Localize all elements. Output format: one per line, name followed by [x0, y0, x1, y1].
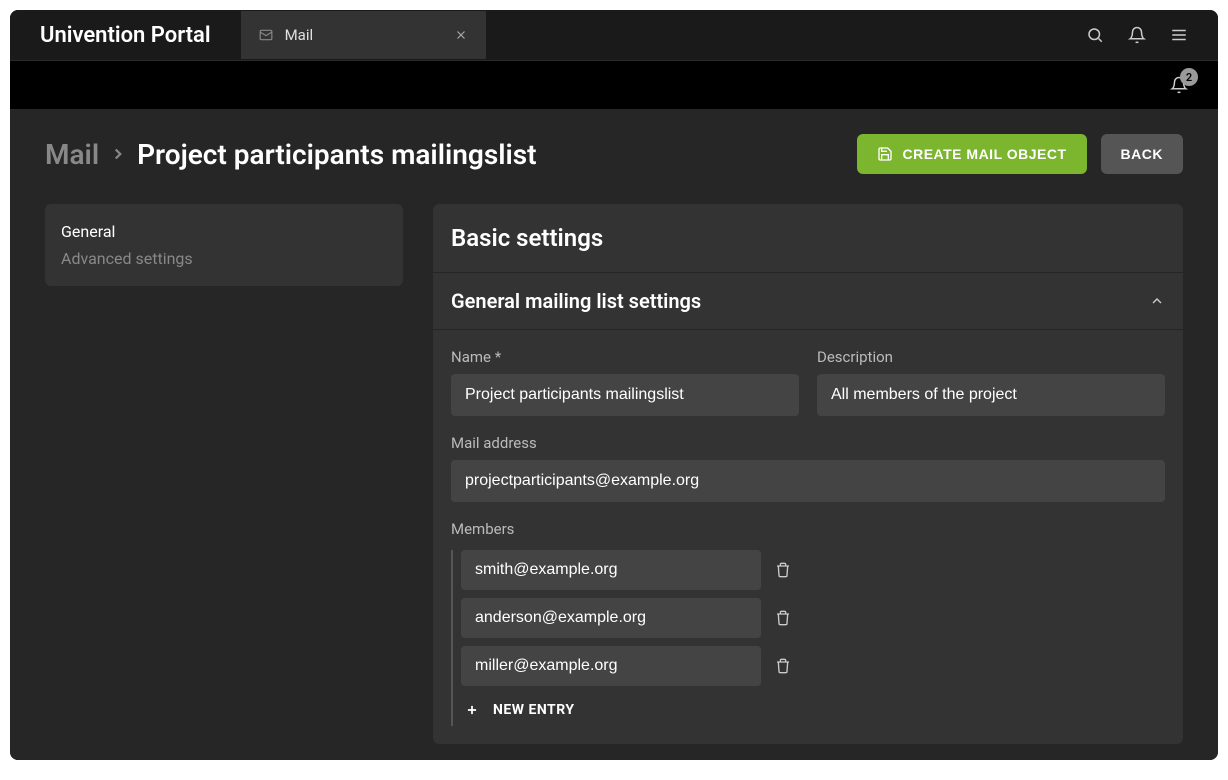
section-header[interactable]: General mailing list settings — [433, 273, 1183, 330]
subbar: 2 — [10, 61, 1218, 109]
sidebar-item-advanced[interactable]: Advanced settings — [61, 245, 387, 272]
notification-bell[interactable]: 2 — [1170, 76, 1188, 94]
topbar: Univention Portal Mail — [10, 10, 1218, 61]
form-body: Name * Description Mail address — [433, 330, 1183, 744]
new-entry-label: NEW ENTRY — [493, 702, 575, 718]
mail-address-label: Mail address — [451, 434, 1165, 452]
content-area: Mail Project participants mailingslist C… — [10, 109, 1218, 760]
main-panel: Basic settings General mailing list sett… — [433, 204, 1183, 744]
member-row — [461, 646, 1165, 686]
portal-title: Univention Portal — [10, 23, 241, 48]
plus-icon — [465, 703, 479, 717]
member-input[interactable] — [461, 550, 761, 590]
bell-icon[interactable] — [1128, 26, 1146, 44]
chevron-right-icon — [109, 145, 127, 163]
member-input[interactable] — [461, 646, 761, 686]
description-input[interactable] — [817, 374, 1165, 416]
menu-icon[interactable] — [1170, 26, 1188, 44]
breadcrumb-current: Project participants mailingslist — [137, 138, 536, 171]
search-icon[interactable] — [1086, 26, 1104, 44]
trash-icon[interactable] — [775, 658, 791, 674]
chevron-up-icon[interactable] — [1149, 293, 1165, 309]
members-list: NEW ENTRY — [451, 550, 1165, 726]
sidebar-panel: General Advanced settings — [45, 204, 403, 286]
breadcrumb: Mail Project participants mailingslist — [45, 138, 537, 171]
member-input[interactable] — [461, 598, 761, 638]
member-row — [461, 598, 1165, 638]
trash-icon[interactable] — [775, 562, 791, 578]
back-button[interactable]: BACK — [1101, 134, 1183, 174]
panel-title: Basic settings — [433, 204, 1183, 273]
trash-icon[interactable] — [775, 610, 791, 626]
name-input[interactable] — [451, 374, 799, 416]
notification-badge: 2 — [1180, 68, 1198, 86]
section-title: General mailing list settings — [451, 289, 701, 313]
create-button-label: CREATE MAIL OBJECT — [903, 146, 1067, 162]
description-label: Description — [817, 348, 1165, 366]
tab-label: Mail — [285, 26, 314, 44]
mail-address-input[interactable] — [451, 460, 1165, 502]
new-entry-button[interactable]: NEW ENTRY — [461, 694, 1165, 726]
tab-mail[interactable]: Mail — [241, 11, 486, 59]
breadcrumb-root[interactable]: Mail — [45, 138, 99, 171]
sidebar-item-general[interactable]: General — [61, 218, 387, 245]
content-body: General Advanced settings Basic settings… — [45, 204, 1183, 744]
content-header: Mail Project participants mailingslist C… — [45, 134, 1183, 174]
header-actions: CREATE MAIL OBJECT BACK — [857, 134, 1184, 174]
name-label: Name * — [451, 348, 799, 366]
member-row — [461, 550, 1165, 590]
save-icon — [877, 146, 893, 162]
create-mail-object-button[interactable]: CREATE MAIL OBJECT — [857, 134, 1087, 174]
close-icon[interactable] — [454, 28, 468, 42]
members-label: Members — [451, 520, 1165, 538]
mail-icon — [259, 28, 273, 42]
topbar-actions — [1086, 26, 1218, 44]
